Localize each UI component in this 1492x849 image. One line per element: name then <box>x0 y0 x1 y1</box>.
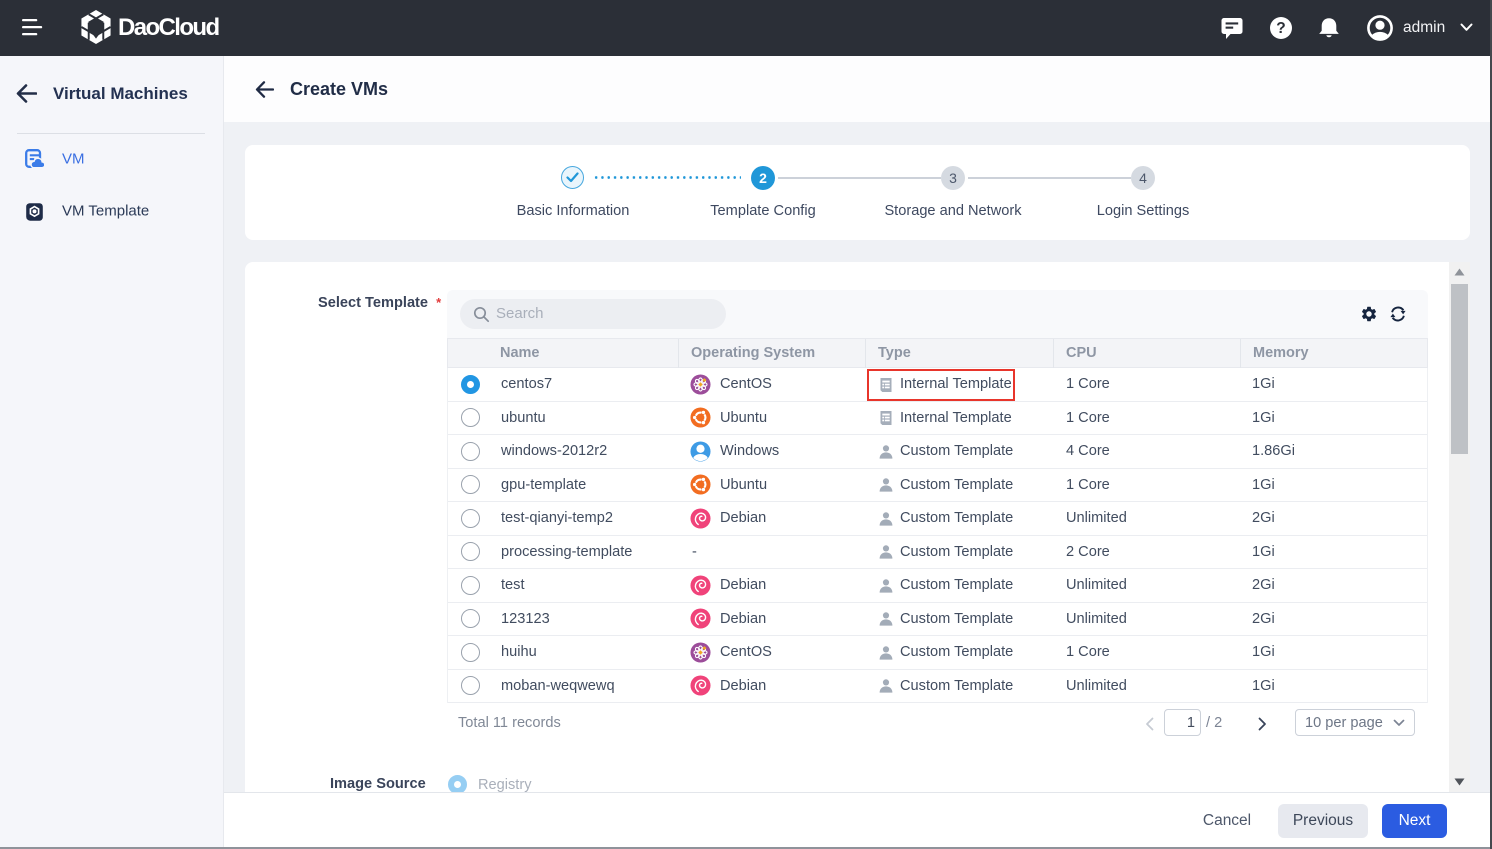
svg-text:?: ? <box>1276 20 1285 37</box>
